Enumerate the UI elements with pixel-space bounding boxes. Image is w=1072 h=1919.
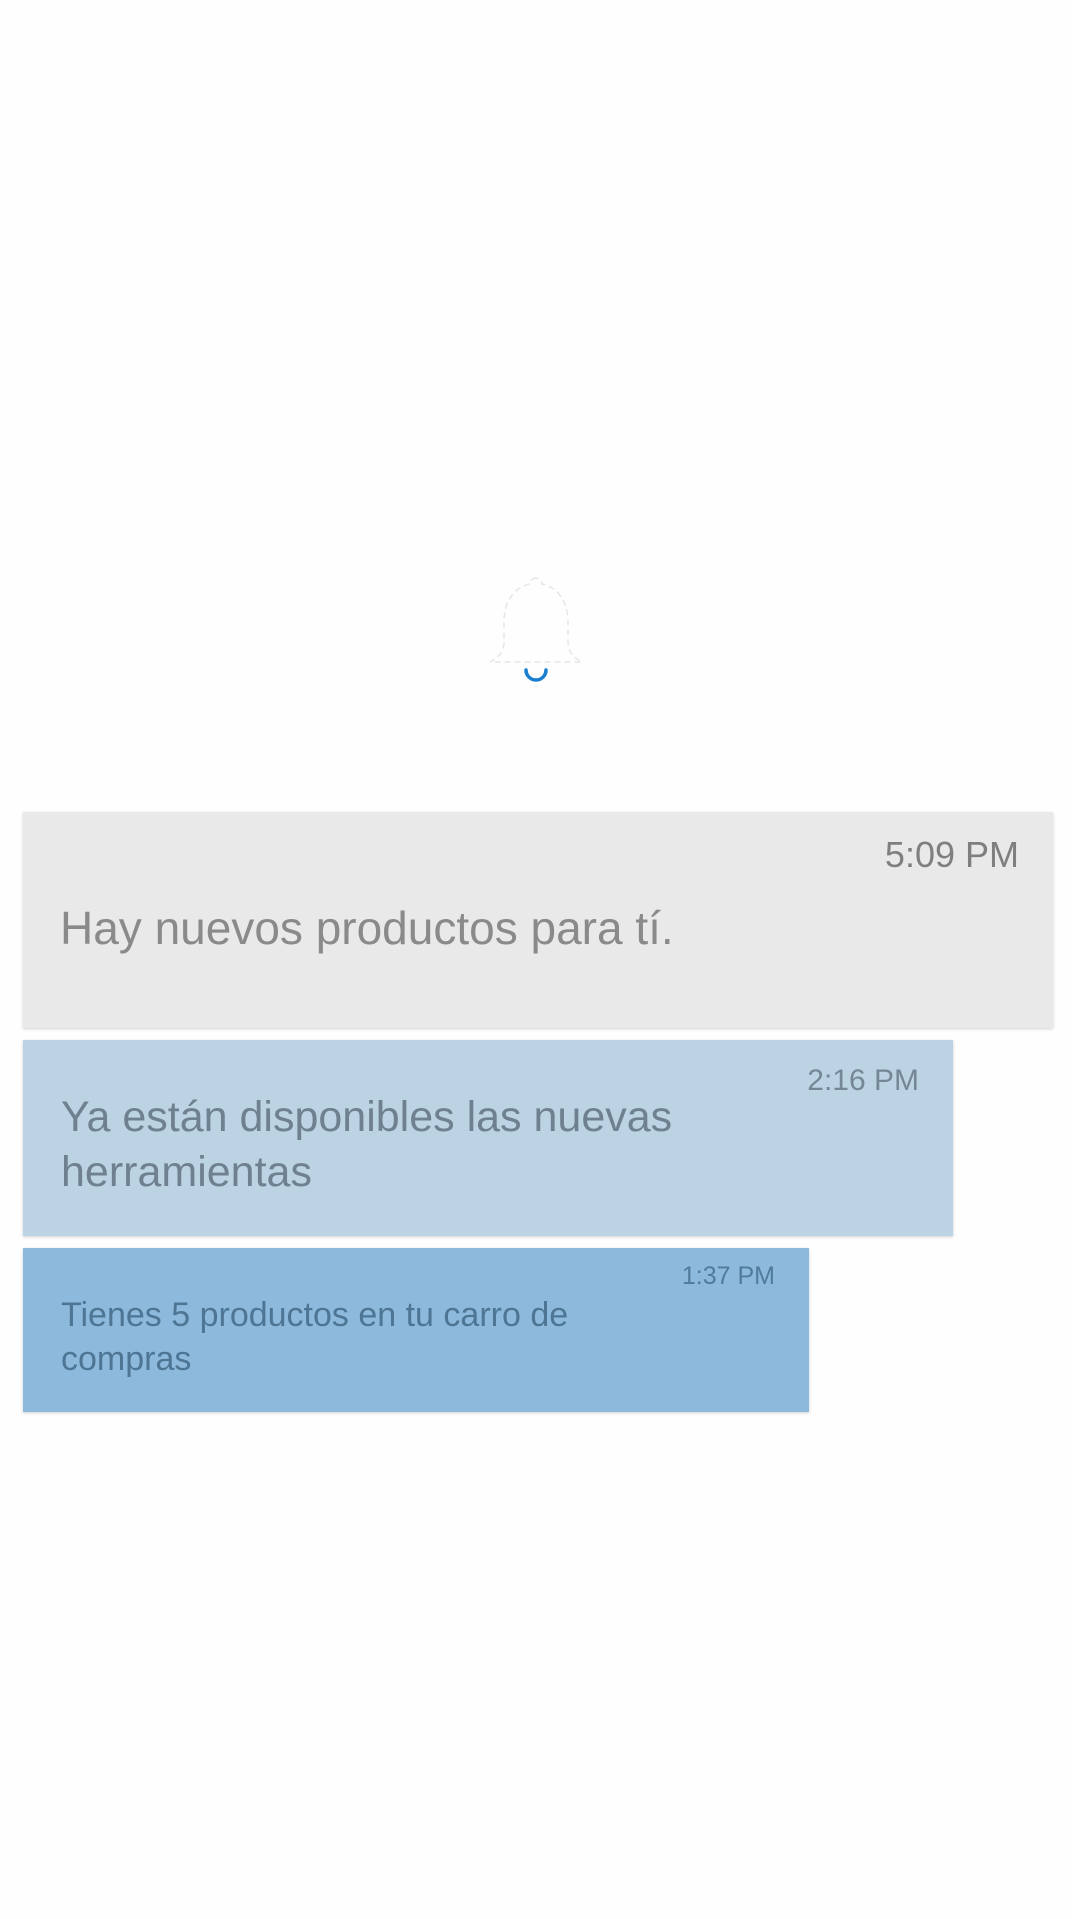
notification-message: Ya están disponibles las nuevas herramie… xyxy=(61,1093,673,1196)
notification-card[interactable]: 2:16 PM Ya están disponibles las nuevas … xyxy=(23,1040,953,1236)
notification-time: 1:37 PM xyxy=(681,1262,775,1290)
notification-time: 5:09 PM xyxy=(884,834,1019,875)
notification-message: Tienes 5 productos en tu carro de compra… xyxy=(61,1296,569,1378)
notification-message: Hay nuevos productos para tí. xyxy=(60,902,674,954)
bell-icon xyxy=(476,572,596,692)
notification-card[interactable]: 5:09 PM Hay nuevos productos para tí. xyxy=(23,812,1053,1028)
notification-card[interactable]: 1:37 PM Tienes 5 productos en tu carro d… xyxy=(23,1248,809,1412)
notification-time: 2:16 PM xyxy=(807,1064,919,1097)
